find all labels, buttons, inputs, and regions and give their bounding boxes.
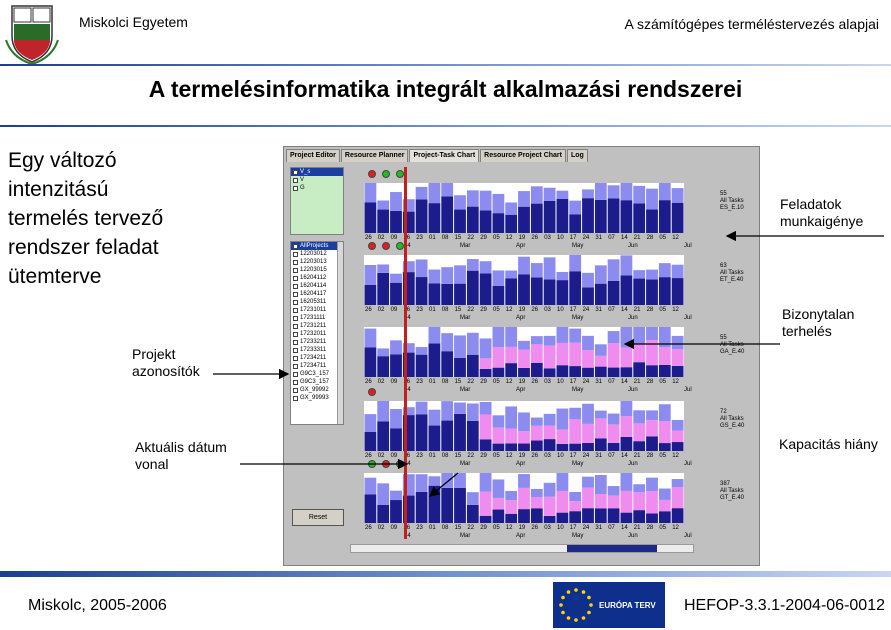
footer-project-code: HEFOP-3.3.1-2004-06-0012 [684,597,885,614]
eu-stars-icon [559,588,593,622]
eu-logo-text: EURÓPA TERV [599,601,656,610]
eu-star-icon [587,610,591,615]
eu-star-icon [581,616,586,620]
eu-star-icon [574,588,578,592]
eu-star-icon [589,603,593,607]
eu-star-icon [587,595,591,600]
eu-star-icon [566,590,571,594]
eu-star-icon [566,616,571,620]
eu-star-icon [559,603,563,607]
eu-star-icon [561,595,565,600]
callout-arrows [213,230,884,497]
eu-star-icon [561,610,565,615]
footer-divider [0,571,891,577]
footer-location: Miskolc, 2005-2006 [28,597,167,614]
eu-logo: EURÓPA TERV [553,582,665,628]
eu-star-icon [581,590,586,594]
eu-star-icon [574,618,578,622]
